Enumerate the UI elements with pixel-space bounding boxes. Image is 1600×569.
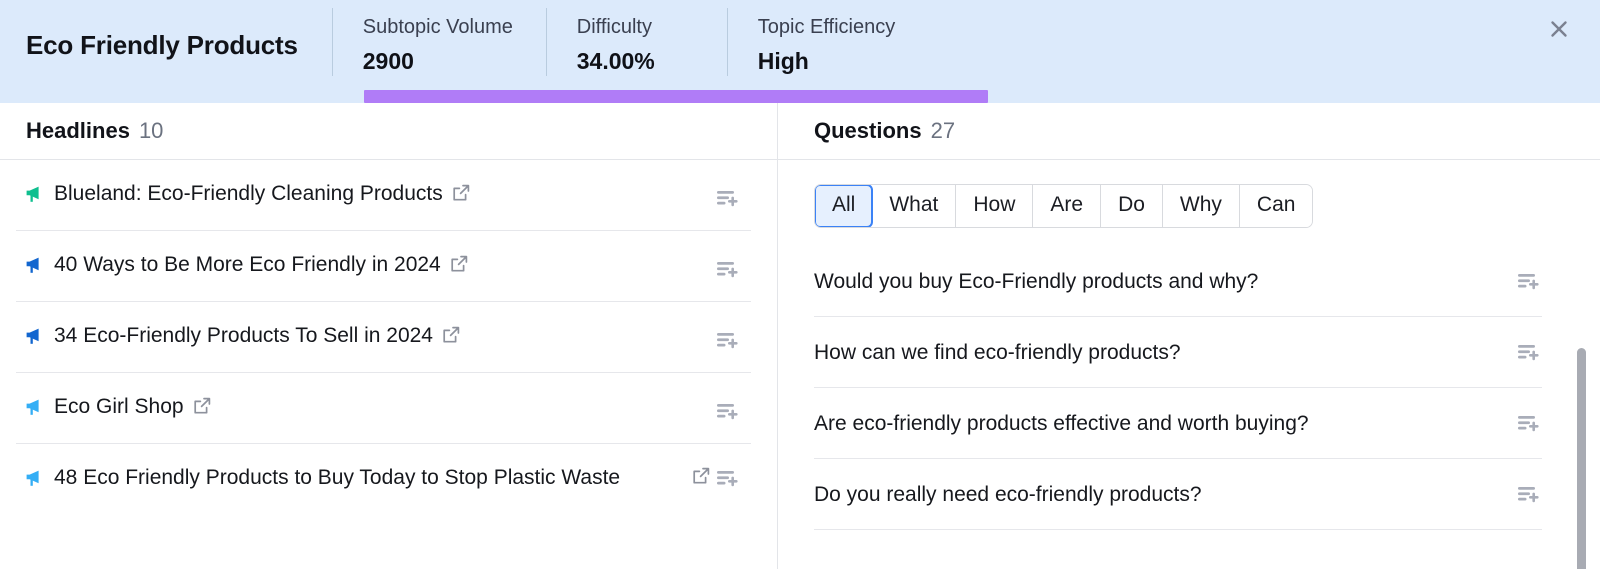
add-to-list-icon[interactable] <box>715 399 741 423</box>
close-button[interactable] <box>1542 12 1576 46</box>
headline-text-wrap: 40 Ways to Be More Eco Friendly in 2024 <box>54 231 715 297</box>
megaphone-icon <box>24 184 46 204</box>
add-to-list-icon[interactable] <box>715 328 741 352</box>
question-actions <box>1504 269 1542 293</box>
content-panels: Headlines 10 Blueland: Eco-Friendly Clea… <box>0 103 1600 569</box>
headline-row[interactable]: Eco Girl Shop <box>16 373 751 444</box>
add-to-list-icon[interactable] <box>1516 411 1542 435</box>
question-row[interactable]: Do you really need eco-friendly products… <box>814 459 1542 531</box>
external-link-icon[interactable] <box>192 396 212 421</box>
tab-all[interactable]: All <box>815 185 874 228</box>
headline-actions <box>715 373 743 423</box>
panel-header: Eco Friendly Products Subtopic Volume 29… <box>0 0 1600 103</box>
metric-topic-efficiency: Topic Efficiency High <box>728 0 958 90</box>
headlines-panel: Headlines 10 Blueland: Eco-Friendly Clea… <box>0 103 778 569</box>
question-filters-wrap: All What How Are Do Why Can <box>778 160 1600 246</box>
vertical-scrollbar[interactable] <box>1577 348 1586 569</box>
megaphone-icon <box>24 468 46 488</box>
subtopic-detail-panel: Eco Friendly Products Subtopic Volume 29… <box>0 0 1600 569</box>
headline-text-wrap: 34 Eco-Friendly Products To Sell in 2024 <box>54 302 715 368</box>
metric-value-topic-efficiency: High <box>757 47 809 74</box>
headline-actions <box>691 444 743 491</box>
questions-list: Would you buy Eco-Friendly products and … <box>778 246 1600 531</box>
tab-what[interactable]: What <box>872 185 957 228</box>
question-row[interactable]: Would you buy Eco-Friendly products and … <box>814 246 1542 318</box>
tab-how[interactable]: How <box>956 185 1034 228</box>
tab-why[interactable]: Why <box>1162 185 1240 228</box>
metric-difficulty: Difficulty 34.00% <box>547 0 727 90</box>
headlines-title: Headlines <box>26 118 130 143</box>
headline-actions <box>715 302 743 352</box>
page-title: Eco Friendly Products <box>26 29 298 60</box>
add-to-list-icon[interactable] <box>1516 482 1542 506</box>
headline-row[interactable]: 48 Eco Friendly Products to Buy Today to… <box>16 444 751 515</box>
question-text: Are eco-friendly products effective and … <box>814 411 1309 435</box>
question-actions <box>1504 340 1542 364</box>
tab-do[interactable]: Do <box>1101 185 1163 228</box>
external-link-icon[interactable] <box>449 254 469 279</box>
question-row[interactable]: Are eco-friendly products effective and … <box>814 388 1542 460</box>
questions-count: 27 <box>930 118 956 143</box>
metric-label-topic-efficiency: Topic Efficiency <box>757 15 896 38</box>
megaphone-icon <box>24 397 46 417</box>
metric-value-subtopic-volume: 2900 <box>362 47 414 74</box>
external-link-icon[interactable] <box>441 325 461 350</box>
question-text: How can we find eco-friendly products? <box>814 340 1181 364</box>
headlines-list: Blueland: Eco-Friendly Cleaning Products <box>0 160 777 515</box>
headline-text-wrap: Blueland: Eco-Friendly Cleaning Products <box>54 160 715 226</box>
question-actions <box>1504 482 1542 506</box>
headlines-count: 10 <box>138 118 164 143</box>
headline-text: 34 Eco-Friendly Products To Sell in 2024 <box>54 324 433 347</box>
header-title-cell: Eco Friendly Products <box>26 0 332 90</box>
close-icon <box>1548 18 1570 40</box>
headline-row[interactable]: 40 Ways to Be More Eco Friendly in 2024 <box>16 231 751 302</box>
questions-header: Questions 27 <box>778 103 1600 160</box>
headline-text-wrap: Eco Girl Shop <box>54 373 715 439</box>
headline-text-wrap: 48 Eco Friendly Products to Buy Today to… <box>54 444 691 510</box>
metric-subtopic-volume: Subtopic Volume 2900 <box>333 0 546 90</box>
question-text: Do you really need eco-friendly products… <box>814 482 1202 506</box>
metric-value-difficulty: 34.00% <box>576 47 655 74</box>
add-to-list-icon[interactable] <box>715 186 741 210</box>
add-to-list-icon[interactable] <box>715 257 741 281</box>
question-text: Would you buy Eco-Friendly products and … <box>814 269 1259 293</box>
external-link-icon[interactable] <box>691 466 711 491</box>
headline-text: 40 Ways to Be More Eco Friendly in 2024 <box>54 253 441 276</box>
question-actions <box>1504 411 1542 435</box>
questions-panel: Questions 27 All What How Are Do Why Can… <box>778 103 1600 569</box>
external-link-icon[interactable] <box>451 183 471 208</box>
metric-label-difficulty: Difficulty <box>576 15 652 38</box>
headline-actions <box>715 160 743 210</box>
metric-label-subtopic-volume: Subtopic Volume <box>362 15 513 38</box>
headline-row[interactable]: Blueland: Eco-Friendly Cleaning Products <box>16 160 751 231</box>
questions-title: Questions <box>814 118 922 143</box>
tab-can[interactable]: Can <box>1239 185 1313 228</box>
question-filter-group: All What How Are Do Why Can <box>814 184 1314 229</box>
megaphone-icon <box>24 326 46 346</box>
headline-text: Eco Girl Shop <box>54 395 184 418</box>
megaphone-icon <box>24 255 46 275</box>
add-to-list-icon[interactable] <box>1516 269 1542 293</box>
question-row[interactable]: How can we find eco-friendly products? <box>814 317 1542 389</box>
headline-actions <box>715 231 743 281</box>
headline-text: Blueland: Eco-Friendly Cleaning Products <box>54 182 443 205</box>
add-to-list-icon[interactable] <box>1516 340 1542 364</box>
tab-are[interactable]: Are <box>1033 185 1102 228</box>
add-to-list-icon[interactable] <box>715 466 741 490</box>
headline-row[interactable]: 34 Eco-Friendly Products To Sell in 2024 <box>16 302 751 373</box>
accent-bar <box>364 90 988 103</box>
headline-text: 48 Eco Friendly Products to Buy Today to… <box>54 466 621 489</box>
headlines-header: Headlines 10 <box>0 103 777 160</box>
